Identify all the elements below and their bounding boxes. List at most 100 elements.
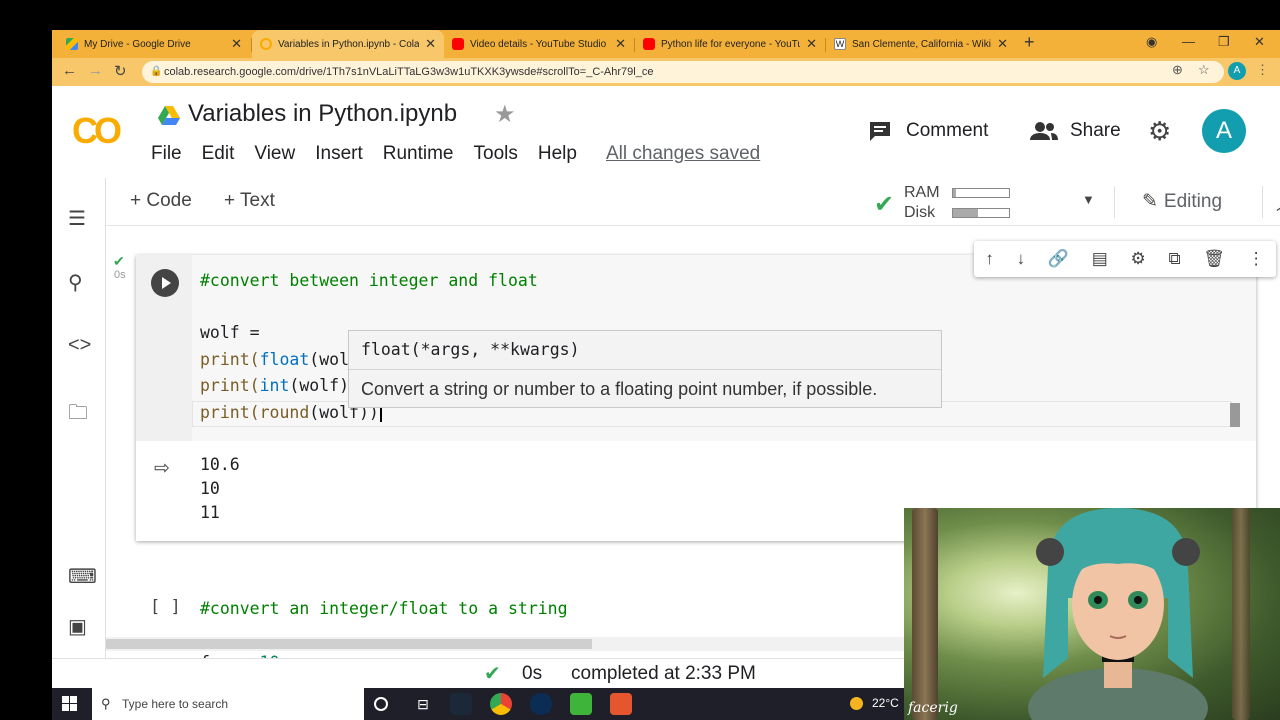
browser-profile-avatar[interactable]: A	[1228, 62, 1246, 80]
chrome-icon[interactable]	[490, 693, 512, 715]
cell-run-indicator[interactable]: [ ]	[150, 597, 181, 617]
share-button[interactable]: Share	[1030, 120, 1121, 142]
close-tab-icon[interactable]: ✕	[425, 36, 436, 52]
close-window-icon[interactable]: ✕	[1254, 34, 1265, 50]
account-avatar[interactable]: A	[1202, 109, 1246, 153]
add-text-button[interactable]: + Text	[224, 190, 275, 212]
close-tab-icon[interactable]: ✕	[615, 36, 626, 52]
menu-file[interactable]: File	[151, 143, 182, 165]
run-cell-button[interactable]	[151, 269, 179, 297]
minimize-icon[interactable]: —	[1182, 34, 1195, 49]
comment-icon[interactable]: ▤	[1092, 249, 1108, 269]
disk-label: Disk	[904, 204, 936, 221]
colab-header: CO Variables in Python.ipynb ★ File Edit…	[52, 86, 1280, 178]
bookmark-star-icon[interactable]: ☆	[1198, 62, 1210, 78]
editor-scrollbar[interactable]	[1230, 403, 1240, 427]
camtasia-red-icon[interactable]	[610, 693, 632, 715]
settings-gear-icon[interactable]: ⚙	[1148, 116, 1171, 147]
add-code-button[interactable]: + Code	[130, 190, 192, 212]
table-of-contents-icon[interactable]: ☰	[68, 206, 86, 231]
search-placeholder: Type here to search	[122, 697, 229, 711]
runtime-dropdown-icon[interactable]: ▼	[1082, 192, 1095, 207]
files-folder-icon[interactable]: 🗀	[68, 398, 88, 432]
menu-insert[interactable]: Insert	[315, 143, 363, 165]
obs-icon[interactable]	[530, 693, 552, 715]
code-cell[interactable]: #convert between integer and float wolf …	[136, 241, 1276, 541]
comment-button[interactable]: Comment	[868, 120, 988, 142]
close-tab-icon[interactable]: ✕	[997, 36, 1008, 52]
facerig-watermark: facerig	[908, 700, 958, 716]
delete-trash-icon[interactable]: 🗑	[1203, 249, 1225, 269]
tab-wikipedia[interactable]: W San Clemente, California - Wikipedia ✕	[826, 30, 1016, 58]
menu-edit[interactable]: Edit	[202, 143, 235, 165]
youtube-icon	[643, 38, 655, 50]
zoom-icon[interactable]: ⊕	[1172, 62, 1183, 78]
tab-youtube-studio[interactable]: Video details - YouTube Studio ✕	[444, 30, 634, 58]
tab-colab[interactable]: Variables in Python.ipynb - Colab ✕	[252, 30, 444, 58]
url-field[interactable]: 🔒 colab.research.google.com/drive/1Th7s1…	[142, 61, 1224, 83]
move-down-icon[interactable]: ↓	[1017, 249, 1026, 269]
search-icon[interactable]: ⚲	[68, 270, 83, 295]
notebook-title[interactable]: Variables in Python.ipynb	[188, 100, 457, 128]
google-drive-icon[interactable]	[158, 106, 180, 126]
disk-meter	[952, 208, 1010, 218]
more-vert-icon[interactable]: ⋮	[1248, 249, 1265, 269]
browser-menu-icon[interactable]: ⋮	[1256, 62, 1269, 78]
pencil-icon: ✎	[1142, 191, 1158, 212]
colab-logo[interactable]: CO	[72, 110, 122, 152]
browser-tab-bar: My Drive - Google Drive ✕ Variables in P…	[52, 30, 1280, 58]
menu-tools[interactable]: Tools	[474, 143, 518, 165]
output-redirect-icon[interactable]: ⇨	[154, 457, 170, 480]
weather-temperature[interactable]: 22°C	[872, 696, 899, 710]
move-up-icon[interactable]: ↑	[985, 249, 994, 269]
terminal-icon[interactable]: ▣	[68, 614, 87, 639]
url-text: colab.research.google.com/drive/1Th7s1nV…	[164, 66, 654, 78]
cortana-icon[interactable]	[374, 697, 388, 711]
forward-icon[interactable]: →	[88, 62, 103, 79]
menu-help[interactable]: Help	[538, 143, 577, 165]
lock-icon: 🔒	[150, 66, 163, 77]
code-line-comment: #convert between integer and float	[200, 271, 538, 290]
save-status-link[interactable]: All changes saved	[606, 143, 760, 165]
reload-icon[interactable]: ↻	[114, 62, 127, 80]
taskbar-search-input[interactable]: ⚲ Type here to search	[92, 688, 364, 720]
steam-icon[interactable]	[450, 693, 472, 715]
close-tab-icon[interactable]: ✕	[231, 36, 242, 52]
execution-time: 0s	[114, 269, 126, 281]
executed-check-icon: ✔	[113, 253, 125, 269]
code-snippets-icon[interactable]: <>	[68, 334, 91, 357]
cell-settings-gear-icon[interactable]: ⚙	[1130, 249, 1145, 269]
mirror-cell-icon[interactable]: ⧉	[1168, 249, 1180, 269]
command-palette-icon[interactable]: ⌨	[68, 564, 97, 589]
youtube-icon	[452, 38, 464, 50]
editing-mode-button[interactable]: ✎ Editing	[1142, 190, 1222, 213]
cell-gutter	[136, 255, 192, 441]
maximize-icon[interactable]: ❐	[1218, 34, 1230, 50]
3d-avatar-image	[1028, 508, 1208, 720]
google-drive-icon	[66, 38, 78, 50]
star-icon[interactable]: ★	[494, 100, 516, 129]
code-line-print-int: print(int(wolf))	[200, 376, 359, 395]
search-icon: ⚲	[101, 696, 111, 711]
ram-label: RAM	[904, 184, 940, 201]
windows-start-icon[interactable]	[62, 696, 78, 712]
menu-bar: File Edit View Insert Runtime Tools Help	[151, 143, 597, 165]
link-icon[interactable]: 🔗	[1048, 249, 1069, 269]
new-tab-button[interactable]: +	[1024, 32, 1035, 53]
camtasia-green-icon[interactable]	[570, 693, 592, 715]
close-tab-icon[interactable]: ✕	[806, 36, 817, 52]
ram-meter	[952, 188, 1010, 198]
tab-search-icon[interactable]: ◉	[1146, 34, 1157, 50]
task-view-icon[interactable]: ⊟	[412, 693, 434, 715]
share-label: Share	[1070, 120, 1121, 141]
tab-google-drive[interactable]: My Drive - Google Drive ✕	[58, 30, 250, 58]
address-bar: ← → ↻ 🔒 colab.research.google.com/drive/…	[52, 58, 1280, 86]
comment-icon	[870, 122, 890, 141]
webcam-overlay: facerig	[904, 508, 1280, 720]
tab-youtube-python[interactable]: Python life for everyone - YouTube ✕	[635, 30, 825, 58]
menu-runtime[interactable]: Runtime	[383, 143, 454, 165]
menu-view[interactable]: View	[254, 143, 295, 165]
status-message[interactable]: completed at 2:33 PM	[571, 663, 756, 685]
collapse-header-icon[interactable]: ︿	[1276, 190, 1280, 216]
back-icon[interactable]: ←	[62, 62, 77, 79]
